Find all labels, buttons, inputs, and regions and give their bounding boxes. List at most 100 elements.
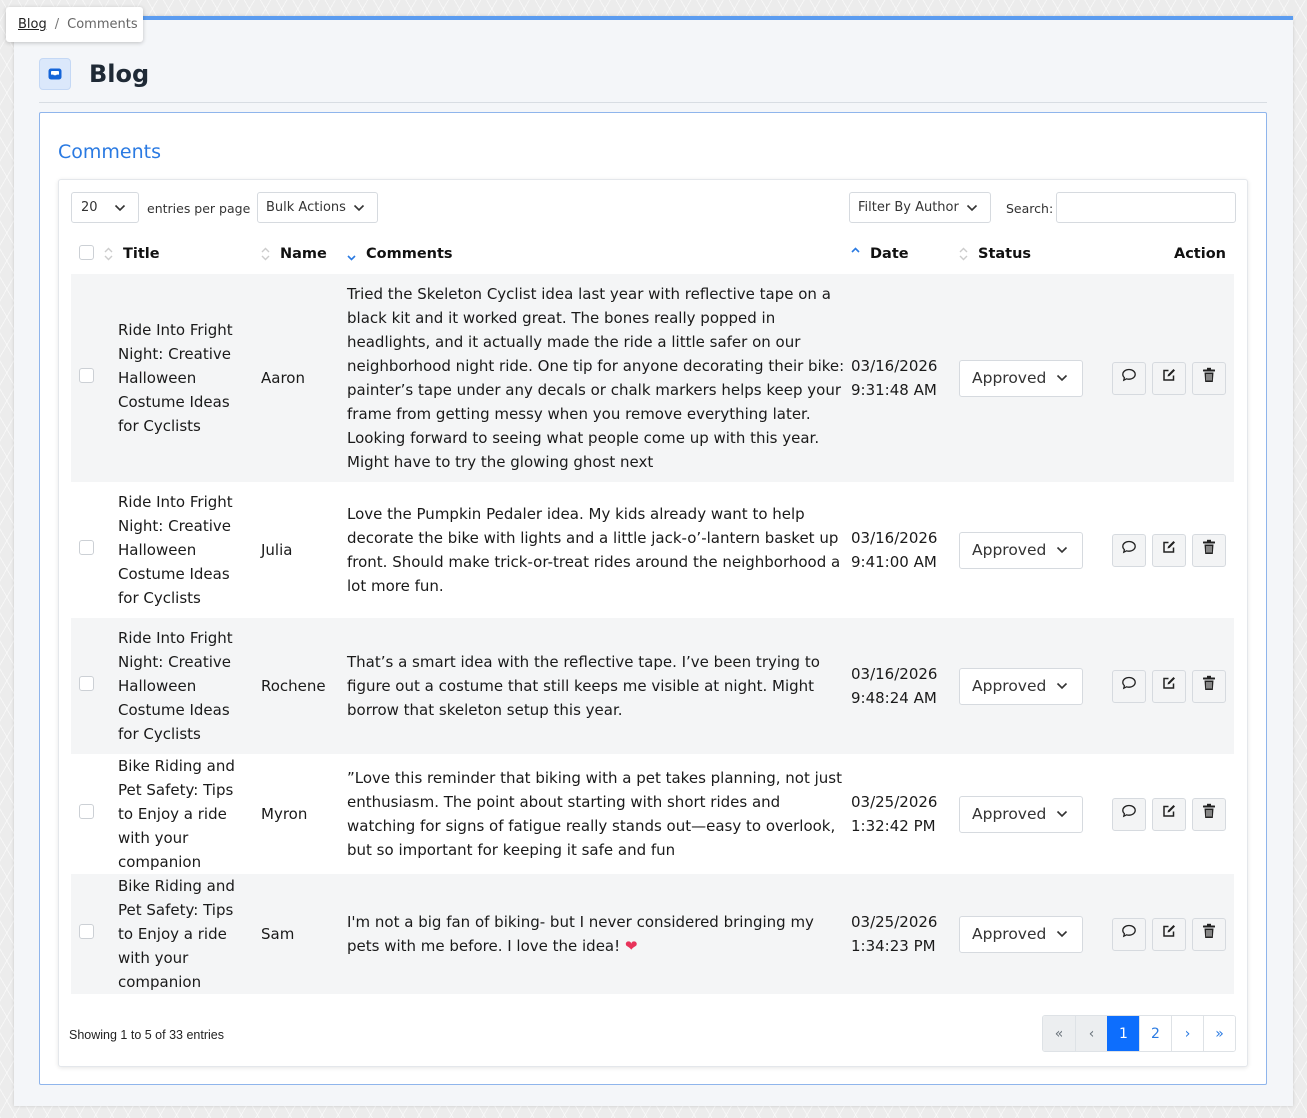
comment-bubble-icon [1121,922,1137,946]
cell-comment: I'm not a big fan of biking- but I never… [347,874,851,994]
reply-button[interactable] [1112,797,1146,831]
select-all-checkbox[interactable] [79,244,94,260]
row-checkbox[interactable] [79,368,94,383]
comment-bubble-icon [1121,674,1137,698]
status-select[interactable]: Approved [959,795,1083,833]
page-2-button[interactable]: 2 [1139,1016,1171,1051]
breadcrumb: Blog / Comments [6,7,143,42]
cell-comment: Love the Pumpkin Pedaler idea. My kids a… [347,482,851,618]
edit-icon [1161,538,1177,562]
page-last-button[interactable]: » [1203,1016,1235,1051]
edit-icon [1161,802,1177,826]
status-select[interactable]: Approved [959,667,1083,705]
delete-button[interactable] [1192,917,1226,951]
trash-icon [1202,366,1216,390]
header-divider [39,102,1267,103]
inbox-icon [39,58,71,90]
status-select[interactable]: Approved [959,359,1083,397]
comments-table: Title Name Comments Date Status Action R… [71,234,1234,994]
sort-descending-icon [347,247,356,261]
cell-name: Aaron [261,274,347,482]
cell-title: Ride Into Fright Night: Creative Hallowe… [104,482,261,618]
delete-button[interactable] [1192,669,1226,703]
row-checkbox[interactable] [79,804,94,819]
page-prev-button[interactable]: ‹ [1075,1016,1107,1051]
page: Blog Comments 20 entries per page Bulk A… [14,16,1293,1106]
page-header: Blog [39,56,149,92]
page-first-button[interactable]: « [1043,1016,1075,1051]
edit-button[interactable] [1152,533,1186,567]
column-header-title[interactable]: Title [104,234,261,274]
search-input[interactable] [1056,192,1236,223]
cell-name: Sam [261,874,347,994]
table-info: Showing 1 to 5 of 33 entries [69,1028,224,1042]
column-header-name[interactable]: Name [261,234,347,274]
comment-bubble-icon [1121,802,1137,826]
edit-button[interactable] [1152,361,1186,395]
row-checkbox[interactable] [79,540,94,555]
table-row: Bike Riding and Pet Safety: Tips to Enjo… [71,754,1234,874]
table-row: Ride Into Fright Night: Creative Hallowe… [71,618,1234,754]
chevron-down-icon [1056,374,1068,382]
edit-button[interactable] [1152,669,1186,703]
cell-name: Myron [261,754,347,874]
chevron-down-icon [1056,682,1068,690]
column-header-date[interactable]: Date [851,234,959,274]
chevron-down-icon [1056,930,1068,938]
row-checkbox[interactable] [79,676,94,691]
table-row: Bike Riding and Pet Safety: Tips to Enjo… [71,874,1234,994]
reply-button[interactable] [1112,669,1146,703]
reply-button[interactable] [1112,361,1146,395]
chevron-down-icon [114,204,126,212]
breadcrumb-current: Comments [67,17,138,32]
sort-icon [261,247,270,261]
table-row: Ride Into Fright Night: Creative Hallowe… [71,482,1234,618]
trash-icon [1202,922,1216,946]
cell-title: Bike Riding and Pet Safety: Tips to Enjo… [104,874,261,994]
chevron-down-icon [1056,546,1068,554]
reply-button[interactable] [1112,917,1146,951]
page-1-button[interactable]: 1 [1107,1016,1139,1051]
cell-date: 03/16/2026 9:41:00 AM [851,482,959,618]
comment-bubble-icon [1121,366,1137,390]
cell-date: 03/16/2026 9:31:48 AM [851,274,959,482]
cell-name: Julia [261,482,347,618]
cell-date: 03/16/2026 9:48:24 AM [851,618,959,754]
edit-icon [1161,366,1177,390]
column-header-comments[interactable]: Comments [347,234,851,274]
trash-icon [1202,674,1216,698]
search-label: Search: [1006,201,1054,216]
delete-button[interactable] [1192,797,1226,831]
column-header-status[interactable]: Status [959,234,1090,274]
filter-by-author-label: Filter By Author [858,200,959,215]
edit-button[interactable] [1152,797,1186,831]
edit-button[interactable] [1152,917,1186,951]
bulk-actions-label: Bulk Actions [266,200,346,215]
status-select[interactable]: Approved [959,531,1083,569]
cell-comment: That’s a smart idea with the reflective … [347,618,851,754]
sort-icon [104,247,113,261]
datatable-wrapper: 20 entries per page Bulk Actions Filter … [58,179,1248,1067]
status-select[interactable]: Approved [959,915,1083,953]
column-header-action: Action [1173,246,1226,262]
entries-per-page-select[interactable]: 20 [71,192,139,223]
cell-comment: ”Love this reminder that biking with a p… [347,754,851,874]
entries-per-page-label: entries per page [147,201,251,216]
chevron-down-icon [966,204,978,212]
delete-button[interactable] [1192,361,1226,395]
page-next-button[interactable]: › [1171,1016,1203,1051]
breadcrumb-separator: / [54,17,60,32]
cell-title: Bike Riding and Pet Safety: Tips to Enjo… [104,754,261,874]
comment-bubble-icon [1121,538,1137,562]
delete-button[interactable] [1192,533,1226,567]
filter-by-author-dropdown[interactable]: Filter By Author [849,192,991,223]
reply-button[interactable] [1112,533,1146,567]
row-checkbox[interactable] [79,924,94,939]
sort-ascending-icon [851,247,860,261]
trash-icon [1202,802,1216,826]
pagination: « ‹ 1 2 › » [1042,1015,1236,1052]
edit-icon [1161,922,1177,946]
bulk-actions-dropdown[interactable]: Bulk Actions [257,192,378,223]
breadcrumb-link-blog[interactable]: Blog [18,17,47,32]
edit-icon [1161,674,1177,698]
